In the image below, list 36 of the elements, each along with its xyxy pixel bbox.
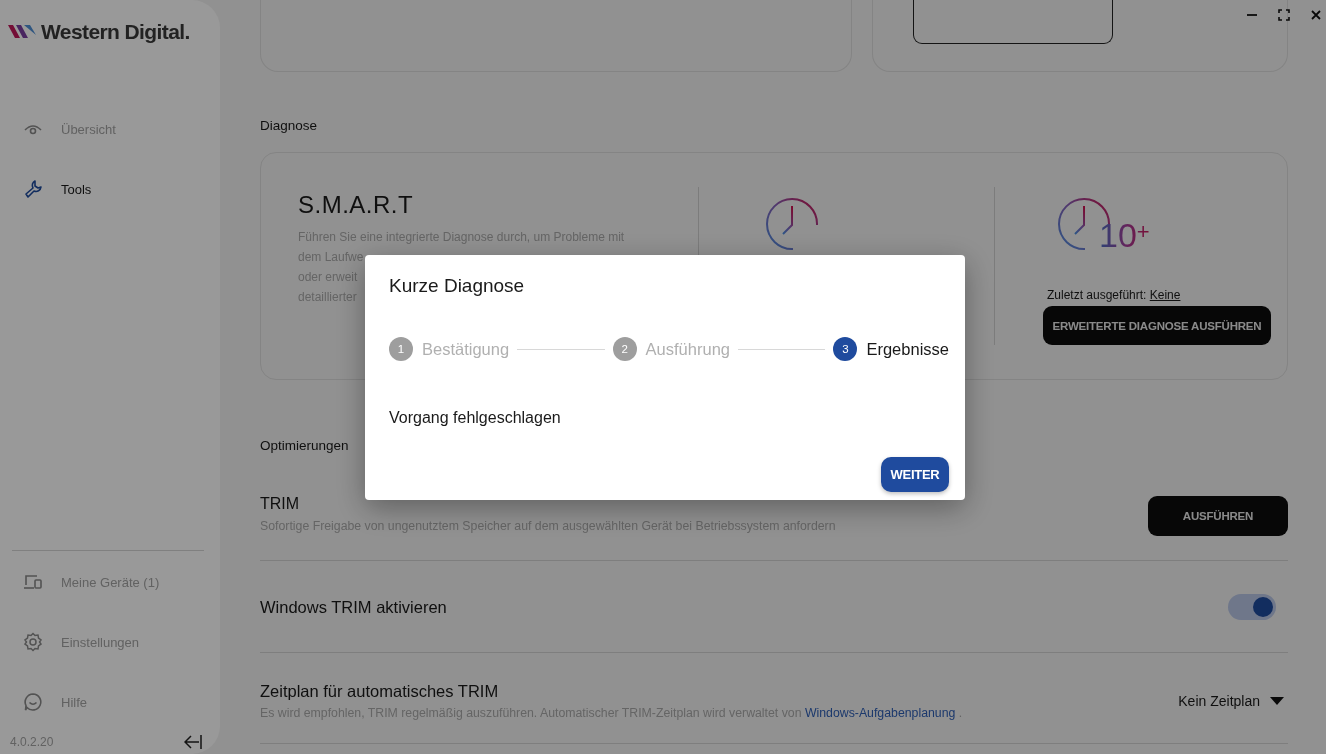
devices-icon xyxy=(23,574,43,590)
collapse-icon[interactable] xyxy=(184,735,202,749)
step-number: 3 xyxy=(833,337,858,361)
maximize-icon[interactable] xyxy=(1278,9,1290,21)
card-title: S.M.A.R.T xyxy=(298,191,415,219)
outline-button[interactable] xyxy=(913,0,1113,44)
toggle-switch[interactable] xyxy=(1228,593,1276,620)
step-label: Ergebnisse xyxy=(866,339,949,359)
next-button[interactable]: WEITER xyxy=(881,457,949,492)
link[interactable]: Keine xyxy=(1149,288,1181,302)
logo-text: Western Digital. xyxy=(41,20,190,44)
settings-icon xyxy=(23,632,43,652)
step-label: Ausführung xyxy=(645,339,730,359)
last-run-text: Zuletzt ausgeführt: Keine xyxy=(1047,288,1181,302)
sidebar-item[interactable]: Tools xyxy=(0,164,220,214)
step-label: Bestätigung xyxy=(422,339,510,359)
step-number: 1 xyxy=(389,337,413,361)
row-title: Zeitplan für automatisches TRIM xyxy=(260,680,500,701)
close-icon[interactable] xyxy=(1310,9,1322,21)
status-message: Vorgang fehlgeschlagen xyxy=(389,409,562,427)
section-heading: Optimierungen xyxy=(260,438,350,454)
clock-icon xyxy=(765,198,819,252)
row-title: TRIM xyxy=(260,494,301,514)
chat-icon xyxy=(23,692,43,712)
wrench-icon xyxy=(23,179,43,199)
schedule-dropdown[interactable]: Kein Zeitplan xyxy=(1178,693,1284,709)
run-button[interactable]: AUSFÜHREN xyxy=(1148,496,1288,536)
dialog-title: Kurze Diagnose xyxy=(389,275,526,297)
caret-icon xyxy=(1270,697,1284,705)
section-heading: Diagnose xyxy=(260,118,319,134)
extended-diagnose-button[interactable]: ERWEITERTE DIAGNOSE AUSFÜHREN xyxy=(1043,306,1271,345)
row-title: Windows TRIM aktivieren xyxy=(260,596,447,617)
link[interactable]: Windows-Aufgabenplanung xyxy=(804,705,956,720)
step-number: 2 xyxy=(612,337,637,361)
eye-icon xyxy=(23,122,43,136)
logo-icon xyxy=(8,25,38,39)
